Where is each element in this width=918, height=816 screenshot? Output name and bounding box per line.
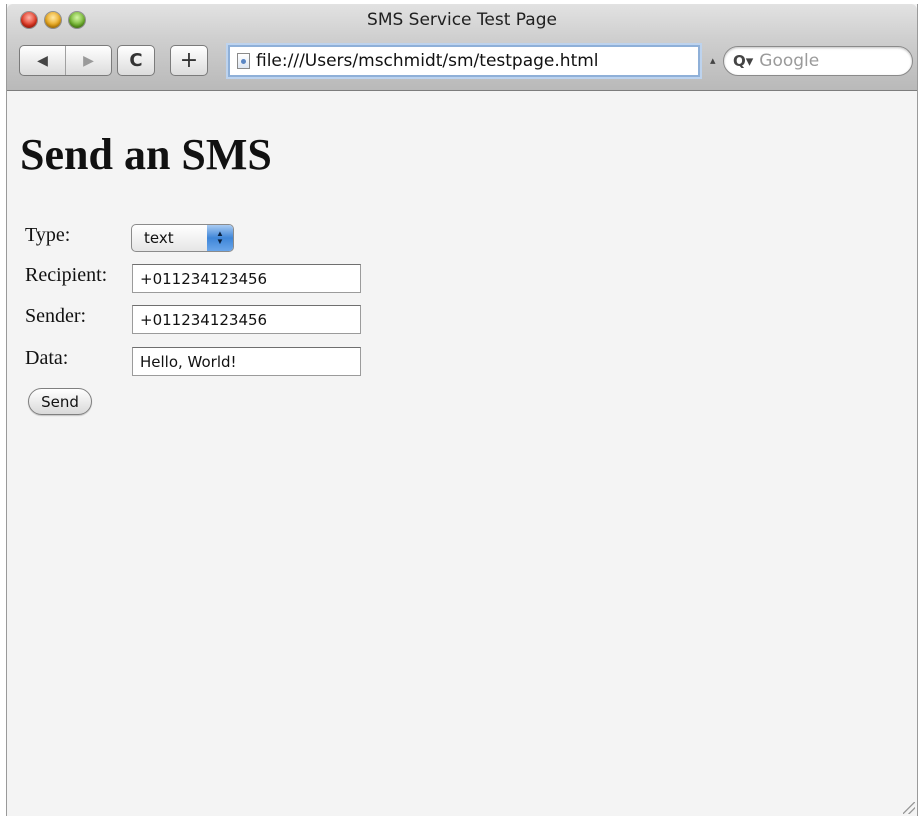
search-placeholder: Google [759, 51, 820, 71]
forward-arrow-icon: ▶ [83, 52, 94, 69]
sender-label: Sender: [25, 305, 87, 327]
back-button[interactable]: ◀ [20, 46, 66, 75]
search-field[interactable]: Q▾ Google [723, 46, 913, 76]
send-button[interactable]: Send [28, 388, 92, 415]
type-select-value: text [144, 229, 174, 247]
select-arrows-icon: ▲ ▼ [207, 225, 233, 251]
window-title: SMS Service Test Page [367, 10, 557, 30]
page-icon [237, 53, 250, 69]
address-bar-dropdown-icon[interactable]: ▴ [710, 54, 716, 67]
add-bookmark-button[interactable]: + [170, 45, 208, 76]
recipient-input[interactable] [132, 264, 361, 293]
reload-icon: C [129, 50, 143, 71]
back-arrow-icon: ◀ [37, 52, 48, 69]
reload-button[interactable]: C [117, 45, 155, 76]
search-icon[interactable]: Q▾ [733, 52, 753, 70]
forward-button[interactable]: ▶ [66, 46, 111, 75]
resize-grip-icon[interactable] [903, 802, 915, 814]
plus-icon: + [179, 48, 199, 73]
browser-toolbar: SMS Service Test Page ◀ ▶ C + file:///Us… [7, 4, 917, 91]
back-forward-group: ◀ ▶ [19, 45, 112, 76]
page-heading: Send an SMS [20, 130, 272, 179]
url-text[interactable]: file:///Users/mschmidt/sm/testpage.html [256, 51, 599, 71]
data-input[interactable] [132, 347, 361, 376]
browser-window: SMS Service Test Page ◀ ▶ C + file:///Us… [6, 4, 918, 816]
address-bar[interactable]: file:///Users/mschmidt/sm/testpage.html [228, 45, 700, 77]
type-label: Type: [25, 224, 71, 246]
sender-input[interactable] [132, 305, 361, 334]
type-select[interactable]: text ▲ ▼ [131, 224, 234, 252]
data-label: Data: [25, 347, 69, 369]
page-content: Send an SMS Type: text ▲▼ Recipient: Sen… [7, 91, 917, 816]
recipient-label: Recipient: [25, 264, 108, 286]
